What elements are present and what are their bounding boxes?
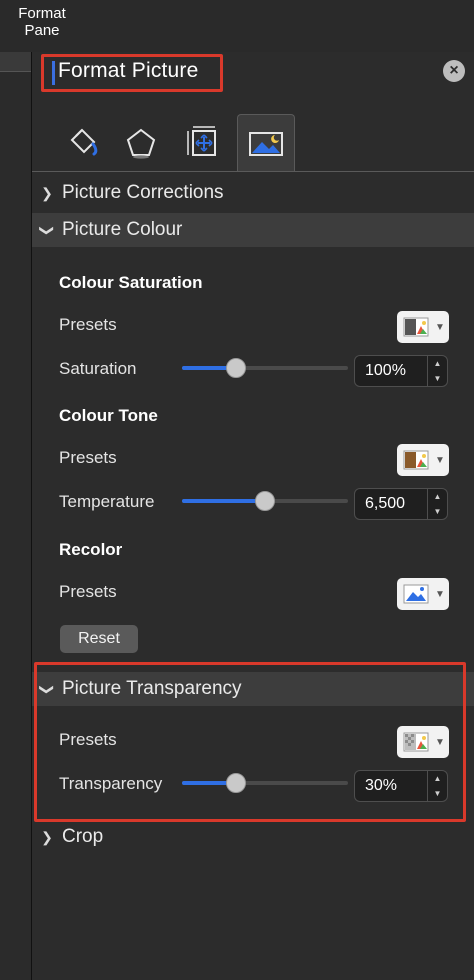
- format-tabs: [32, 114, 474, 172]
- section-label: Picture Corrections: [62, 182, 224, 203]
- close-icon: ×: [449, 62, 459, 79]
- tab-fill-line[interactable]: [54, 114, 112, 172]
- section-label: Crop: [62, 826, 104, 847]
- section-picture-colour[interactable]: ❯ Picture Colour: [32, 213, 474, 247]
- chevron-down-icon: ▼: [435, 321, 445, 333]
- size-position-icon: [187, 126, 216, 156]
- increment-arrow-icon[interactable]: ▲: [428, 356, 447, 371]
- title-highlight-box: [41, 54, 223, 92]
- saturation-stepper[interactable]: 100% ▲ ▼: [354, 355, 448, 387]
- recolor-preset-thumbnail-icon: [403, 584, 429, 604]
- tab-size-properties[interactable]: [174, 114, 232, 172]
- colour-tone-heading: Colour Tone: [59, 406, 158, 425]
- stepper-arrows: ▲ ▼: [427, 356, 447, 386]
- saturation-slider[interactable]: [182, 358, 348, 378]
- workspace-ruler: [0, 52, 31, 72]
- chevron-right-icon: ❯: [41, 828, 53, 845]
- close-pane-button[interactable]: ×: [443, 60, 465, 82]
- temperature-stepper[interactable]: 6,500 ▲ ▼: [354, 488, 448, 520]
- paint-bucket-icon: [70, 128, 98, 156]
- format-pane-label-line2: Pane: [24, 22, 60, 39]
- saturation-presets-dropdown[interactable]: ▼: [397, 311, 449, 343]
- chevron-down-icon: ▼: [435, 588, 445, 600]
- decrement-arrow-icon[interactable]: ▼: [428, 504, 447, 519]
- temperature-label: Temperature: [59, 492, 155, 511]
- format-pane-label-line1: Format: [18, 5, 66, 22]
- tab-picture[interactable]: [237, 114, 295, 172]
- chevron-right-icon: ❯: [41, 184, 53, 201]
- slider-fill: [182, 499, 265, 503]
- decrement-arrow-icon[interactable]: ▼: [428, 371, 447, 386]
- picture-icon: [249, 131, 283, 156]
- tone-presets-dropdown[interactable]: ▼: [397, 444, 449, 476]
- saturation-preset-thumbnail-icon: [403, 317, 429, 337]
- temperature-slider[interactable]: [182, 491, 348, 511]
- reset-button[interactable]: Reset: [60, 625, 138, 653]
- document-workspace: [0, 52, 31, 980]
- saturation-presets-label: Presets: [59, 315, 117, 334]
- temperature-value[interactable]: 6,500: [365, 495, 405, 513]
- format-picture-pane: Format Picture × ❯ Picture Corrections ❯…: [32, 52, 474, 980]
- tab-effects[interactable]: [112, 114, 170, 172]
- stepper-arrows: ▲ ▼: [427, 489, 447, 519]
- recolor-presets-dropdown[interactable]: ▼: [397, 578, 449, 610]
- top-bar: Format Pane: [0, 0, 474, 52]
- section-picture-corrections[interactable]: ❯ Picture Corrections: [32, 176, 474, 210]
- section-label: Picture Colour: [62, 219, 183, 240]
- colour-saturation-heading: Colour Saturation: [59, 273, 203, 292]
- pentagon-icon: [126, 128, 156, 159]
- section-crop[interactable]: ❯ Crop: [32, 820, 474, 854]
- chevron-down-icon: ▼: [435, 454, 445, 466]
- saturation-label: Saturation: [59, 359, 137, 378]
- tone-presets-label: Presets: [59, 448, 117, 467]
- transparency-highlight-box: [34, 662, 466, 822]
- slider-knob[interactable]: [225, 358, 246, 378]
- recolor-presets-label: Presets: [59, 582, 117, 601]
- tabs-divider: [32, 171, 474, 172]
- format-pane-label: Format Pane: [10, 5, 74, 39]
- chevron-down-icon: ❯: [39, 224, 56, 236]
- increment-arrow-icon[interactable]: ▲: [428, 489, 447, 504]
- recolor-heading: Recolor: [59, 540, 123, 559]
- tone-preset-thumbnail-icon: [403, 450, 429, 470]
- slider-knob[interactable]: [255, 491, 275, 511]
- saturation-value[interactable]: 100%: [365, 362, 406, 380]
